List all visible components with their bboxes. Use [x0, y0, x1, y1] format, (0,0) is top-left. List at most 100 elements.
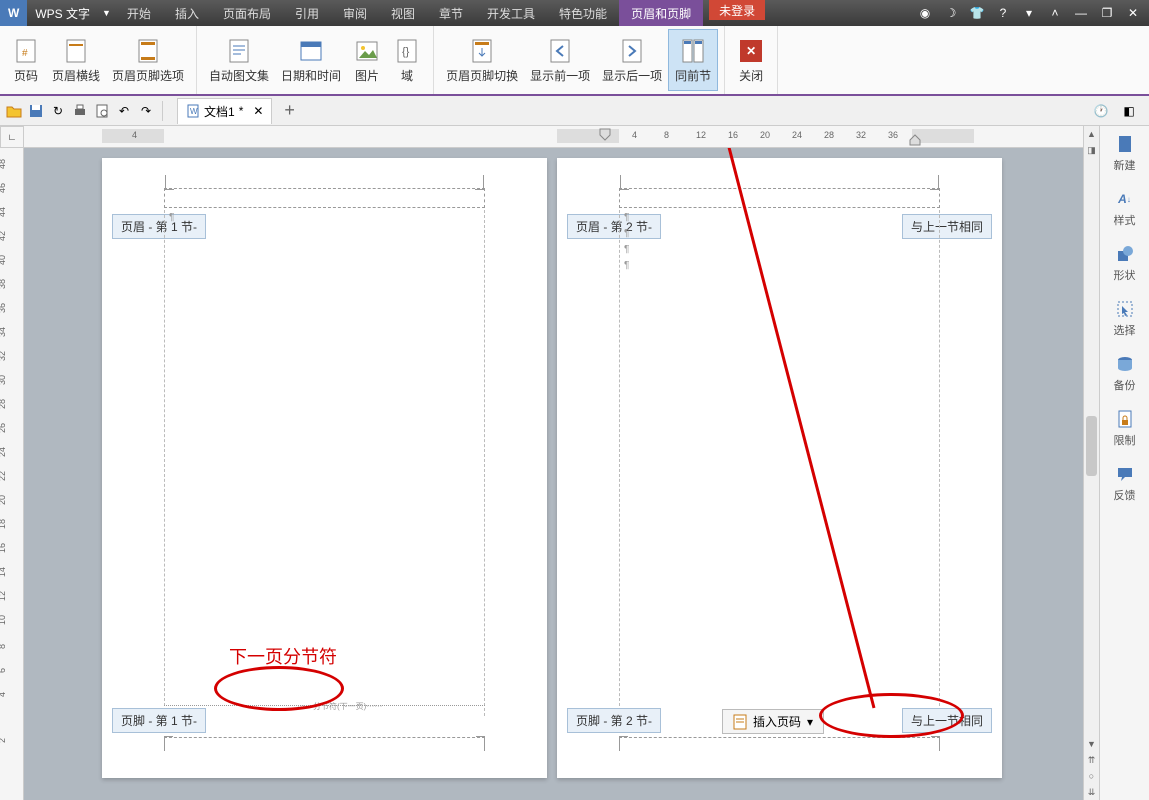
undo-icon[interactable]: ↶ — [114, 101, 134, 121]
shirt-icon[interactable]: 👕 — [969, 5, 985, 21]
backup-button[interactable]: 备份 — [1110, 350, 1140, 397]
select-button[interactable]: 选择 — [1110, 295, 1140, 342]
tab-insert[interactable]: 插入 — [163, 0, 211, 26]
quick-access-bar: ↻ ↶ ↷ W 文档1 * ✕ + 🕐 ◧ — [0, 96, 1149, 126]
prev-icon — [546, 37, 574, 65]
select-icon — [1115, 299, 1135, 319]
print-icon[interactable] — [70, 101, 90, 121]
pages-view[interactable]: 页眉 - 第 1 节- ¶ ⋯⋯分节符(下一页)⋯⋯ 页脚 - 第 1 节- 页… — [24, 148, 1083, 800]
shape-icon — [1115, 244, 1135, 264]
tab-reference[interactable]: 引用 — [283, 0, 331, 26]
feedback-button[interactable]: 反馈 — [1110, 460, 1140, 507]
prev-page[interactable]: ⇈ — [1084, 752, 1099, 768]
restrict-button[interactable]: 限制 — [1110, 405, 1140, 452]
switch-button[interactable]: 页眉页脚切换 — [440, 29, 524, 91]
feedback-icon — [1115, 464, 1135, 484]
same-prev-icon — [679, 37, 707, 65]
tab-header-footer[interactable]: 页眉和页脚 — [619, 0, 703, 26]
moon-icon[interactable]: ☽ — [943, 5, 959, 21]
panel-toggle[interactable]: ◨ — [1084, 142, 1099, 158]
show-next-button[interactable]: 显示后一项 — [596, 29, 668, 91]
app-dropdown[interactable]: ▼ — [98, 8, 115, 18]
minimize-icon[interactable]: — — [1073, 5, 1089, 21]
shape-button[interactable]: 形状 — [1110, 240, 1140, 287]
header-line-icon — [62, 37, 90, 65]
dropdown-icon: ▾ — [807, 715, 813, 729]
menu-tabs: 开始 插入 页面布局 引用 审阅 视图 章节 开发工具 特色功能 页眉和页脚 未… — [115, 0, 765, 26]
auto-text-button[interactable]: 自动图文集 — [203, 29, 275, 91]
redo-icon[interactable]: ↷ — [136, 101, 156, 121]
tab-start[interactable]: 开始 — [115, 0, 163, 26]
field-icon: {} — [393, 37, 421, 65]
doc-close-icon[interactable]: ✕ — [253, 104, 263, 118]
header-footer-options-button[interactable]: 页眉页脚选项 — [106, 29, 190, 91]
switch-icon — [468, 37, 496, 65]
scroll-down[interactable]: ▼ — [1084, 736, 1099, 752]
save-icon[interactable] — [26, 101, 46, 121]
tab-devtools[interactable]: 开发工具 — [475, 0, 547, 26]
new-icon — [1115, 134, 1135, 154]
preview-icon[interactable] — [92, 101, 112, 121]
login-status[interactable]: 未登录 — [709, 0, 765, 20]
vertical-ruler[interactable]: 48 46 44 42 40 38 36 34 32 30 28 26 24 2… — [0, 148, 24, 800]
maximize-icon[interactable]: ❐ — [1099, 5, 1115, 21]
tab-review[interactable]: 审阅 — [331, 0, 379, 26]
next-icon — [618, 37, 646, 65]
tab-view[interactable]: 视图 — [379, 0, 427, 26]
help-icon[interactable]: ? — [995, 5, 1011, 21]
horizontal-ruler[interactable]: 4 4 8 12 16 20 24 28 32 36 44 — [24, 126, 1083, 148]
page2-footer-label: 页脚 - 第 2 节- — [567, 708, 661, 733]
show-prev-button[interactable]: 显示前一项 — [524, 29, 596, 91]
same-as-prev-button[interactable]: 同前节 — [668, 29, 718, 91]
new-button[interactable]: 新建 — [1110, 130, 1140, 177]
clock-icon[interactable]: 🕐 — [1091, 101, 1111, 121]
doc-icon: W — [186, 104, 200, 118]
document-tabs: W 文档1 * ✕ + — [177, 98, 295, 124]
close-icon: ✕ — [737, 37, 765, 65]
close-button[interactable]: ✕ 关闭 — [731, 29, 771, 91]
svg-text:#: # — [22, 48, 28, 59]
header-line-button[interactable]: 页眉横线 — [46, 29, 106, 91]
page-2: 页眉 - 第 2 节- 与上一节相同 ¶ ¶ ¶ ¶ 页脚 - 第 2 节- 与… — [557, 158, 1002, 778]
panel-icon[interactable]: ◧ — [1119, 101, 1139, 121]
main-area: ∟ 48 46 44 42 40 38 36 34 32 30 28 26 24… — [0, 126, 1149, 800]
collapse-icon[interactable]: ˄ — [1047, 5, 1063, 21]
tab-section[interactable]: 章节 — [427, 0, 475, 26]
date-time-button[interactable]: 日期和时间 — [275, 29, 347, 91]
page1-footer[interactable] — [164, 718, 485, 738]
next-page[interactable]: ⇊ — [1084, 784, 1099, 800]
add-tab-button[interactable]: + — [284, 100, 295, 121]
auto-text-icon — [225, 37, 253, 65]
open-icon[interactable] — [4, 101, 24, 121]
page1-header[interactable] — [164, 188, 485, 208]
page2-footer-same: 与上一节相同 — [902, 708, 992, 733]
backup-icon — [1115, 354, 1135, 374]
reload-icon[interactable]: ↻ — [48, 101, 68, 121]
ruler-corner[interactable]: ∟ — [0, 126, 24, 148]
section-break-text: ⋯⋯分节符(下一页)⋯⋯ — [297, 701, 382, 712]
title-bar: W WPS 文字 ▼ 开始 插入 页面布局 引用 审阅 视图 章节 开发工具 特… — [0, 0, 1149, 26]
page-1: 页眉 - 第 1 节- ¶ ⋯⋯分节符(下一页)⋯⋯ 页脚 - 第 1 节- — [102, 158, 547, 778]
tab-special[interactable]: 特色功能 — [547, 0, 619, 26]
scroll-up[interactable]: ▲ — [1084, 126, 1099, 142]
page-number-icon: # — [12, 37, 40, 65]
page1-body: ¶ — [164, 210, 485, 716]
sync-icon[interactable]: ◉ — [917, 5, 933, 21]
page-number-button[interactable]: # 页码 — [6, 29, 46, 91]
insert-page-number-button[interactable]: 插入页码 ▾ — [722, 709, 824, 734]
right-sidebar: 新建 A↓ 样式 形状 选择 备份 限制 反馈 — [1099, 126, 1149, 800]
ribbon: # 页码 页眉横线 页眉页脚选项 自动图文集 日期和时间 图片 {} 域 — [0, 26, 1149, 96]
scroll-thumb[interactable] — [1086, 416, 1097, 476]
options-icon — [134, 37, 162, 65]
select-browse[interactable]: ○ — [1084, 768, 1099, 784]
chevron-down-icon[interactable]: ▾ — [1021, 5, 1037, 21]
picture-button[interactable]: 图片 — [347, 29, 387, 91]
field-button[interactable]: {} 域 — [387, 29, 427, 91]
app-name: WPS 文字 — [27, 5, 98, 22]
tab-layout[interactable]: 页面布局 — [211, 0, 283, 26]
page2-header[interactable] — [619, 188, 940, 208]
style-button[interactable]: A↓ 样式 — [1110, 185, 1140, 232]
document-tab[interactable]: W 文档1 * ✕ — [177, 98, 272, 124]
vertical-scrollbar[interactable]: ▲ ◨ ▼ ⇈ ○ ⇊ — [1083, 126, 1099, 800]
close-window-icon[interactable]: ✕ — [1125, 5, 1141, 21]
